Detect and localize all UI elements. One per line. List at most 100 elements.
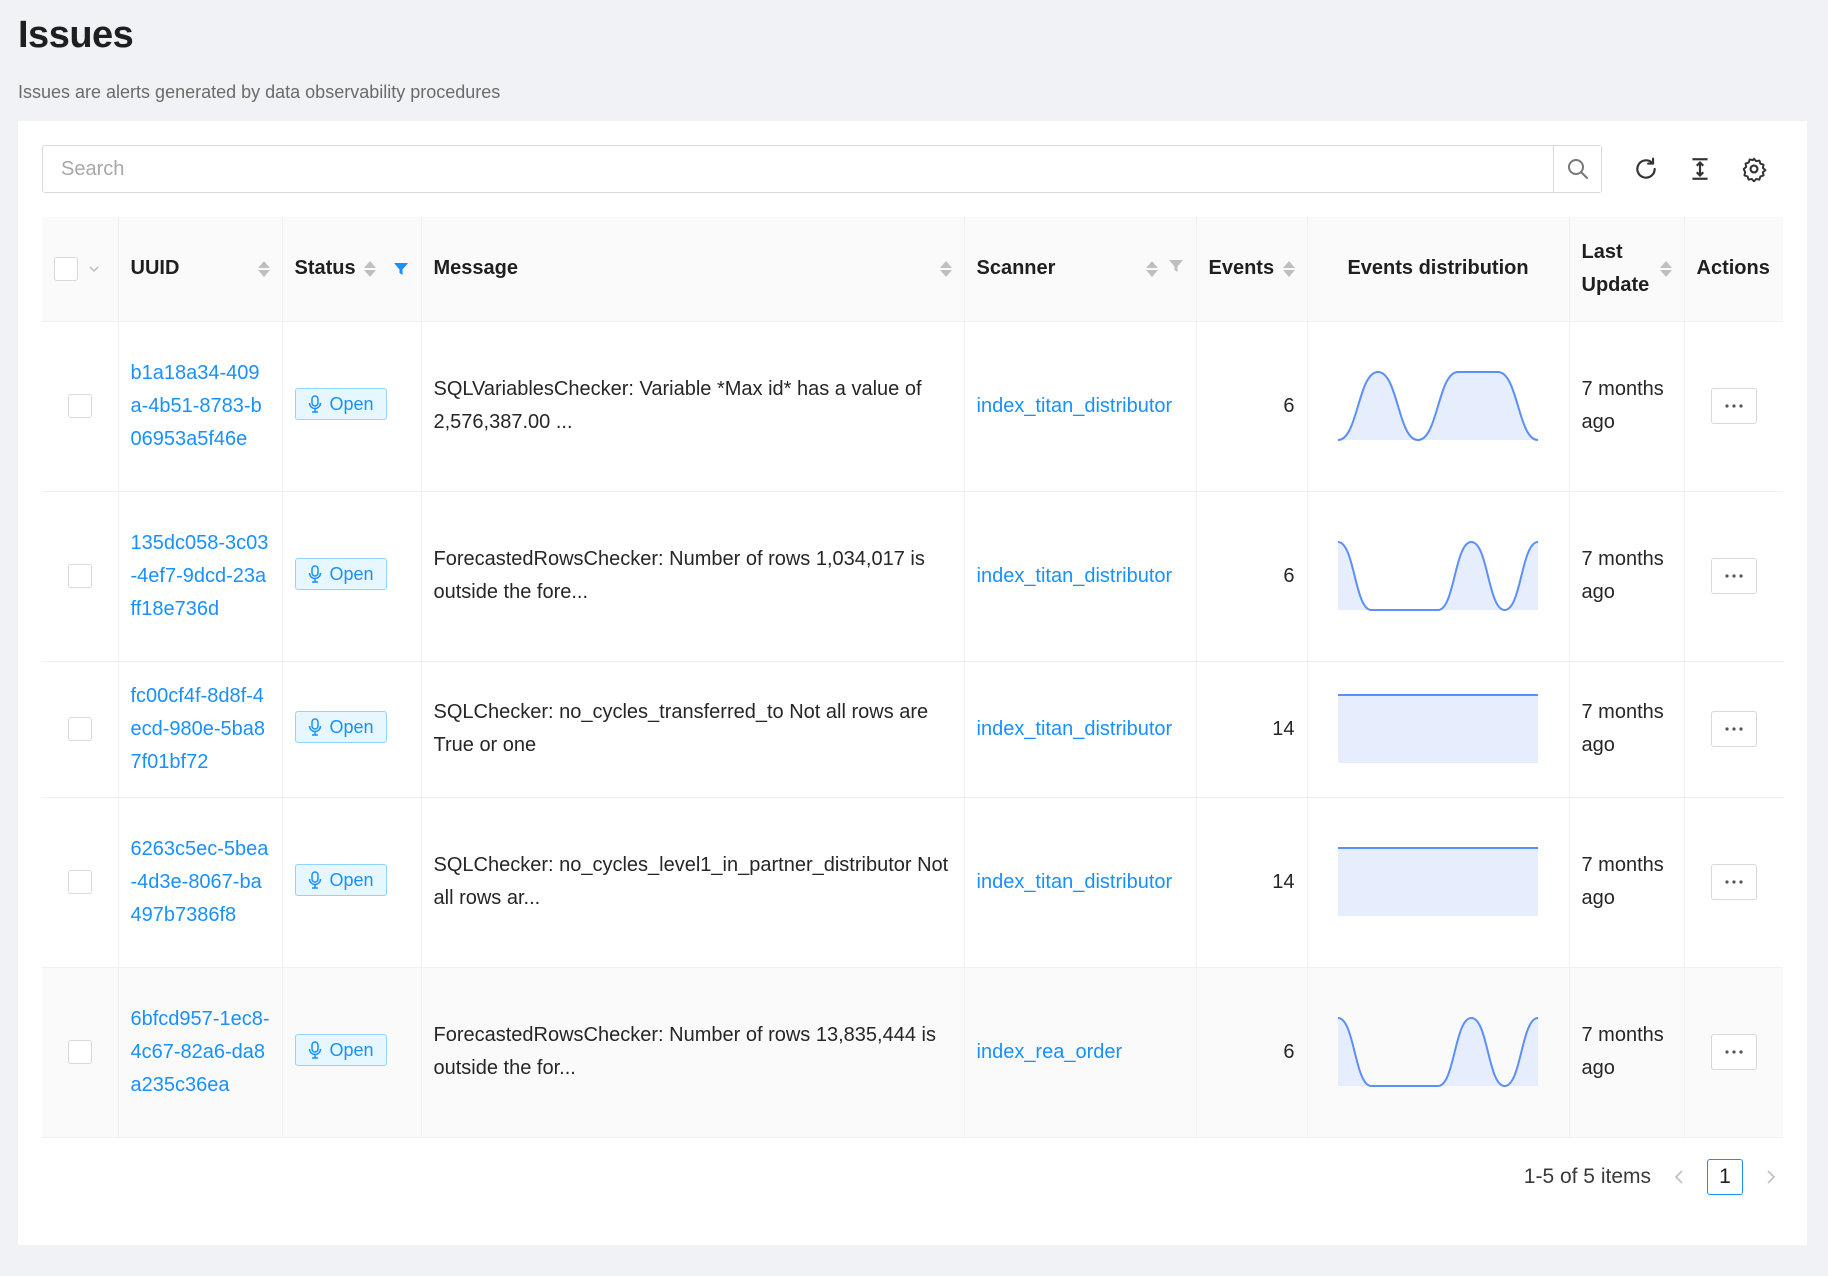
more-actions-button[interactable] [1710, 864, 1757, 900]
events-distribution-cell [1307, 967, 1570, 1138]
ellipsis-icon [1725, 727, 1743, 731]
table-row: 135dc058-3c03-4ef7-9dcd-23aff18e736d Open… [42, 491, 1783, 662]
more-actions-button[interactable] [1710, 558, 1757, 594]
uuid-link[interactable]: b1a18a34-409a-4b51-8783-b06953a5f46e [131, 362, 262, 450]
search-button[interactable] [1553, 146, 1601, 192]
next-page-button[interactable] [1759, 1159, 1783, 1195]
density-button[interactable] [1680, 149, 1720, 189]
more-actions-button[interactable] [1710, 388, 1757, 424]
events-sparkline [1337, 370, 1539, 442]
uuid-link[interactable]: 135dc058-3c03-4ef7-9dcd-23aff18e736d [131, 532, 269, 620]
row-checkbox[interactable] [67, 394, 92, 419]
page-title: Issues [18, 14, 134, 56]
events-distribution-cell [1307, 321, 1570, 492]
row-checkbox[interactable] [67, 717, 92, 742]
prev-page-button[interactable] [1667, 1159, 1691, 1195]
message-cell: ForecastedRowsChecker: Number of rows 13… [421, 967, 965, 1138]
sort-icon[interactable] [257, 260, 270, 277]
ellipsis-icon [1725, 404, 1743, 408]
sort-icon[interactable] [1145, 260, 1158, 277]
chevron-down-icon[interactable] [88, 263, 100, 275]
sparkline-area [1338, 695, 1538, 763]
microphone-icon [308, 871, 321, 889]
column-message[interactable]: Message [421, 217, 965, 322]
refresh-button[interactable] [1626, 149, 1666, 189]
sparkline-area [1338, 1018, 1538, 1086]
sort-icon[interactable] [1282, 260, 1295, 277]
uuid-link[interactable]: 6263c5ec-5bea-4d3e-8067-ba497b7386f8 [131, 838, 269, 926]
filter-icon[interactable] [1168, 258, 1184, 274]
row-select-cell [42, 797, 119, 968]
refresh-icon [1636, 157, 1656, 179]
status-badge: Open [294, 864, 387, 896]
row-select-cell [42, 967, 119, 1138]
actions-cell [1684, 321, 1783, 492]
sparkline-line [1337, 1016, 1539, 1088]
events-count: 6 [1196, 967, 1308, 1138]
scanner-cell: index_titan_distributor [964, 797, 1197, 968]
column-scanner[interactable]: Scanner [964, 217, 1197, 322]
settings-icon [1742, 157, 1767, 182]
uuid-link[interactable]: 6bfcd957-1ec8-4c67-82a6-da8a235c36ea [131, 1008, 270, 1096]
sparkline-line [1337, 540, 1539, 612]
uuid-link[interactable]: fc00cf4f-8d8f-4ecd-980e-5ba87f01bf72 [131, 685, 266, 773]
settings-button[interactable] [1734, 149, 1774, 189]
page-button[interactable]: 1 [1707, 1159, 1743, 1195]
pagination-summary: 1-5 of 5 items [1523, 1165, 1651, 1188]
row-select-cell [42, 661, 119, 798]
row-checkbox[interactable] [67, 870, 92, 895]
issues-table: UUID Status Message Scanner Events Event… [42, 217, 1783, 1138]
chevron-left-icon [1674, 1170, 1683, 1184]
ellipsis-icon [1725, 880, 1743, 884]
more-actions-button[interactable] [1710, 1034, 1757, 1070]
events-distribution-cell [1307, 491, 1570, 662]
actions-cell [1684, 491, 1783, 662]
last-update-cell: 7 months ago [1569, 321, 1685, 492]
more-actions-button[interactable] [1710, 711, 1757, 747]
select-all-checkbox[interactable] [54, 256, 78, 281]
status-badge: Open [294, 558, 387, 590]
last-update-cell: 7 months ago [1569, 661, 1685, 798]
sparkline-area [1338, 848, 1538, 916]
events-sparkline [1338, 847, 1538, 916]
status-badge: Open [294, 711, 387, 743]
search-bar [42, 145, 1602, 193]
row-select-cell [42, 491, 119, 662]
column-last-update[interactable]: Last Update [1569, 217, 1685, 322]
row-checkbox[interactable] [67, 564, 92, 589]
search-input[interactable] [43, 146, 1553, 192]
events-sparkline [1338, 694, 1538, 763]
issues-card: UUID Status Message Scanner Events Event… [18, 121, 1807, 1245]
events-count: 14 [1196, 797, 1308, 968]
scanner-link[interactable]: index_titan_distributor [977, 565, 1173, 587]
column-events[interactable]: Events [1196, 217, 1308, 322]
status-cell: Open [282, 967, 422, 1138]
sort-icon[interactable] [363, 260, 376, 277]
scanner-cell: index_rea_order [964, 967, 1197, 1138]
microphone-icon [308, 1041, 321, 1059]
uuid-cell: fc00cf4f-8d8f-4ecd-980e-5ba87f01bf72 [118, 661, 283, 798]
last-update-cell: 7 months ago [1569, 797, 1685, 968]
scanner-link[interactable]: index_titan_distributor [977, 395, 1173, 417]
scanner-link[interactable]: index_rea_order [977, 1041, 1123, 1063]
status-label: Open [329, 563, 374, 584]
sort-icon[interactable] [939, 260, 952, 277]
message-cell: SQLChecker: no_cycles_level1_in_partner_… [421, 797, 965, 968]
events-sparkline [1337, 1016, 1539, 1088]
microphone-icon [308, 395, 321, 413]
scanner-link[interactable]: index_titan_distributor [977, 718, 1173, 740]
status-badge: Open [294, 1034, 387, 1066]
sparkline-area [1338, 542, 1538, 610]
microphone-icon [308, 565, 321, 583]
table-row: b1a18a34-409a-4b51-8783-b06953a5f46e Open… [42, 321, 1783, 492]
column-uuid[interactable]: UUID [118, 217, 283, 322]
row-checkbox[interactable] [67, 1040, 92, 1065]
status-cell: Open [282, 797, 422, 968]
last-update-cell: 7 months ago [1569, 967, 1685, 1138]
chevron-right-icon [1767, 1170, 1776, 1184]
sort-icon[interactable] [1659, 260, 1672, 277]
scanner-link[interactable]: index_titan_distributor [977, 871, 1173, 893]
column-status[interactable]: Status [282, 217, 422, 322]
filter-icon[interactable] [393, 261, 409, 277]
pagination: 1-5 of 5 items 1 [1524, 1159, 1783, 1195]
